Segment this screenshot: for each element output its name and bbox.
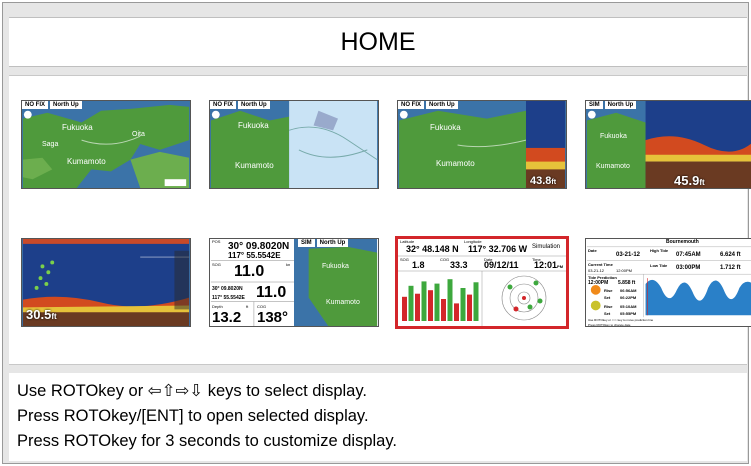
tile-header: SIM North Up	[298, 239, 349, 247]
bar	[467, 294, 472, 321]
high-tide-label: High Tide	[650, 248, 669, 253]
bar	[473, 282, 479, 321]
instruction-line: Use ROTOkey or ⇦⇧⇨⇩ keys to select displ…	[17, 382, 367, 400]
current-time: 12:00PM	[616, 268, 633, 273]
low-tide-label: Low Tide	[650, 263, 668, 268]
sog-value-small: 11.0	[256, 284, 287, 301]
place-label: Fukuoka	[62, 123, 93, 132]
place-label: Fukuoka	[238, 121, 269, 130]
display-tile-chart-fishfinder-2[interactable]: SIM North Up Fukuoka Kumamoto 45.9ft	[585, 100, 751, 189]
sun-rise: 06:56AM	[620, 288, 637, 293]
prediction-height: 5.858 ft	[618, 280, 636, 286]
instruction-line: Press ROTOkey for 3 seconds to customize…	[17, 432, 397, 450]
display-tile-chart[interactable]: NO FIX North Up Fukuoka Kumamoto Saga Oit…	[21, 100, 191, 189]
bar	[441, 299, 446, 321]
current-time-label: Current Time	[588, 262, 613, 267]
latitude-small: 30° 09.8020N	[212, 286, 243, 292]
display-tile-fishfinder[interactable]: 30.5ft	[21, 238, 191, 327]
bar	[454, 303, 459, 321]
bar	[447, 279, 453, 321]
sog-label: SOG	[212, 262, 221, 267]
high-tide-height: 6.624 ft	[720, 252, 741, 258]
bar	[460, 288, 466, 321]
display-tile-tide[interactable]: Bournemouth Date 03-21-12 High Tide 07:4…	[585, 238, 751, 327]
place-label: Kumamoto	[67, 157, 106, 166]
place-label: Oita	[132, 131, 145, 138]
date-value: 03-21-12	[616, 252, 641, 258]
longitude-value: 117° 55.5542E	[228, 251, 281, 260]
place-label: Fukuoka	[322, 263, 349, 270]
chart-overlay-graphic	[210, 101, 378, 188]
depth-unit: ft	[246, 304, 249, 309]
moon-set-label: Set	[604, 311, 611, 316]
bar	[415, 293, 420, 321]
sog-value: 1.8	[412, 260, 425, 270]
place-label: Kumamoto	[436, 159, 475, 168]
place-label: Kumamoto	[235, 161, 274, 170]
depth-readout: 45.9ft	[674, 173, 705, 188]
tile-header: NO FIX North Up	[210, 101, 270, 109]
display-grid: NO FIX North Up Fukuoka Kumamoto Saga Oit…	[9, 75, 751, 365]
mode-label: Simulation	[532, 244, 561, 250]
depth-readout: 43.8ft	[530, 175, 557, 187]
tile-header: NO FIX North Up	[398, 101, 458, 109]
low-tide-time: 03:00PM	[676, 265, 701, 271]
depth-value: 13.2	[212, 309, 242, 326]
place-label: Fukuoka	[430, 123, 461, 132]
place-label: Kumamoto	[596, 163, 630, 170]
tile-header: NO FIX North Up	[22, 101, 82, 109]
date-label: Date	[588, 248, 597, 253]
cog-label: COG	[440, 257, 450, 262]
bar	[428, 290, 433, 321]
moon-rise-label: Rise	[604, 304, 613, 309]
low-tide-height: 1.712 ft	[720, 265, 741, 271]
place-label: Kumamoto	[326, 299, 360, 306]
instruction-line: Press ROTOkey/[ENT] to open selected dis…	[17, 407, 369, 425]
bar	[402, 296, 407, 321]
pos-label: POS	[212, 239, 221, 244]
place-label: Fukuoka	[600, 133, 627, 140]
page-title: HOME	[9, 17, 747, 67]
display-tile-data-selected[interactable]: Latitude 32° 48.148 N Longitude 117° 32.…	[395, 236, 569, 329]
cog-value: 138°	[257, 309, 289, 326]
cog-value: 33.3	[450, 260, 468, 270]
current-date: 03-21-12	[588, 268, 605, 273]
bar	[408, 285, 414, 321]
high-tide-time: 07:45AM	[676, 252, 701, 258]
sog-unit: kn	[286, 262, 291, 267]
tile-header: SIM North Up	[586, 101, 637, 109]
prediction-time: 12:00PM	[588, 280, 609, 286]
place-label: Saga	[42, 141, 59, 148]
moon-rise: 05:10AM	[620, 304, 637, 309]
chart-fishfinder-graphic	[586, 101, 751, 188]
longitude-small: 117° 55.5542E	[212, 295, 245, 301]
tide-note: Use ROTOkey or ⇦⇨ key to move prediction…	[588, 318, 654, 322]
date-value: 09/12/11	[484, 260, 519, 270]
sog-label: SOG	[400, 257, 409, 262]
display-tile-chart-fishfinder[interactable]: NO FIX North Up Fukuoka Kumamoto 43.8ft	[397, 100, 567, 189]
sog-value: 11.0	[234, 263, 265, 280]
bar	[434, 283, 440, 321]
sun-set-label: Set	[604, 295, 611, 300]
display-tile-chart-radar[interactable]: NO FIX North Up Fukuoka Kumamoto	[209, 100, 379, 189]
display-tile-navdata-chart[interactable]: SIM North Up POS 30° 09.8020N 117° 55.554…	[209, 238, 379, 327]
sun-rise-label: Rise	[604, 288, 613, 293]
moon-set: 05:55PM	[620, 311, 637, 316]
instructions-panel: Use ROTOkey or ⇦⇧⇨⇩ keys to select displ…	[9, 373, 747, 461]
tide-location: Bournemouth	[666, 239, 699, 245]
time-value: 12:01PM	[534, 260, 564, 270]
tide-note: Press ROTOkey to change date	[588, 323, 631, 327]
sun-set: 06:22PM	[620, 295, 637, 300]
longitude-value: 117° 32.706 W	[468, 244, 528, 254]
bar	[421, 281, 427, 321]
home-screen: HOME NO FIX North Up Fukuoka Kumamoto Sag…	[2, 2, 751, 464]
latitude-value: 32° 48.148 N	[406, 244, 459, 254]
depth-readout: 30.5ft	[26, 307, 57, 322]
